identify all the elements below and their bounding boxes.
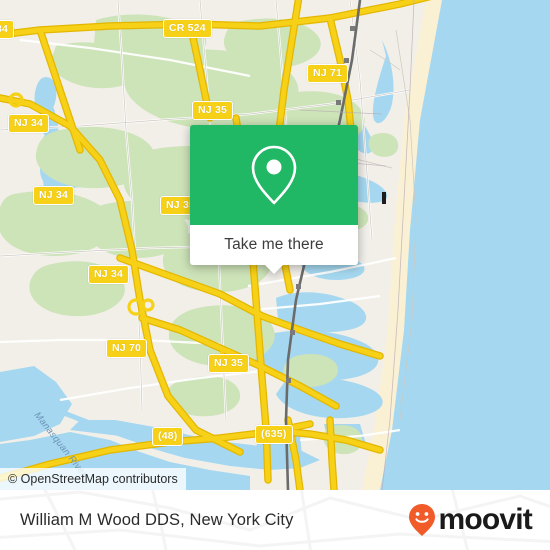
map-canvas[interactable]: 34 CR 524 NJ 35 NJ 71 NJ 34 NJ 34 NJ 35 … [0,0,550,490]
road-shield: NJ 34 [33,186,75,205]
location-popup-card[interactable]: Take me there [190,125,358,274]
popup-header [190,125,358,225]
moovit-logo[interactable]: moovit [408,490,533,550]
popup-pointer-tail [265,265,283,274]
road-shield: (48) [152,427,184,446]
road-shield: NJ 34 [8,114,50,133]
map-pin-icon [251,145,297,205]
road-shield: (635) [255,425,293,444]
road-shield: CR 524 [163,19,212,38]
road-shield: NJ 34 [88,265,130,284]
footer-bar: William M Wood DDS, New York City moovit [0,490,550,550]
osm-attribution[interactable]: © OpenStreetMap contributors [0,468,186,490]
moovit-wordmark: moovit [438,503,532,536]
road-shield: NJ 35 [192,101,234,120]
road-shield: 34 [0,20,15,39]
take-me-there-label: Take me there [224,236,324,253]
page-title: William M Wood DDS, New York City [20,510,294,529]
moovit-location-card: 34 CR 524 NJ 35 NJ 71 NJ 34 NJ 34 NJ 35 … [0,0,550,550]
road-shield: NJ 35 [208,354,250,373]
road-shield: NJ 71 [307,64,349,83]
moovit-smiley-pin-icon [409,504,436,536]
popup-action-row[interactable]: Take me there [190,225,358,265]
road-shield: NJ 70 [106,339,148,358]
